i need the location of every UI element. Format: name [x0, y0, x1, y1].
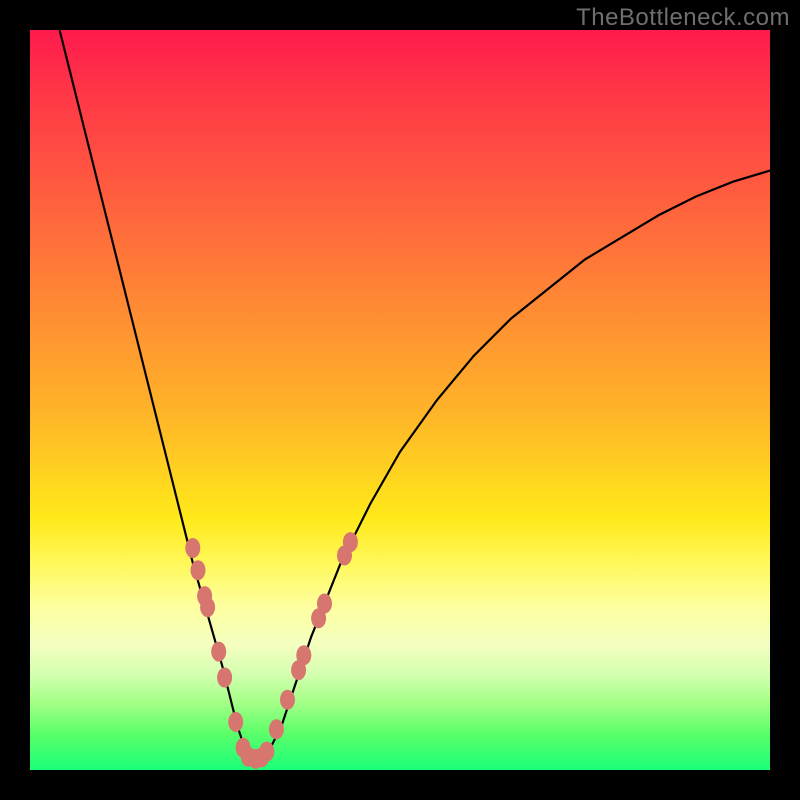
- highlight-dot: [185, 538, 200, 558]
- highlight-dot: [217, 668, 232, 688]
- plot-area: [30, 30, 770, 770]
- curve-layer: [30, 30, 770, 770]
- watermark-text: TheBottleneck.com: [576, 4, 790, 32]
- highlight-dot: [296, 645, 311, 665]
- chart-frame: TheBottleneck.com: [0, 0, 800, 800]
- highlight-dot: [317, 594, 332, 614]
- highlight-dot: [343, 532, 358, 552]
- highlight-dot: [259, 742, 274, 762]
- highlight-dots: [185, 532, 358, 769]
- highlight-dot: [200, 597, 215, 617]
- highlight-dot: [211, 642, 226, 662]
- highlight-dot: [269, 719, 284, 739]
- highlight-dot: [191, 560, 206, 580]
- highlight-dot: [228, 712, 243, 732]
- highlight-dot: [280, 690, 295, 710]
- bottleneck-curve: [60, 30, 770, 759]
